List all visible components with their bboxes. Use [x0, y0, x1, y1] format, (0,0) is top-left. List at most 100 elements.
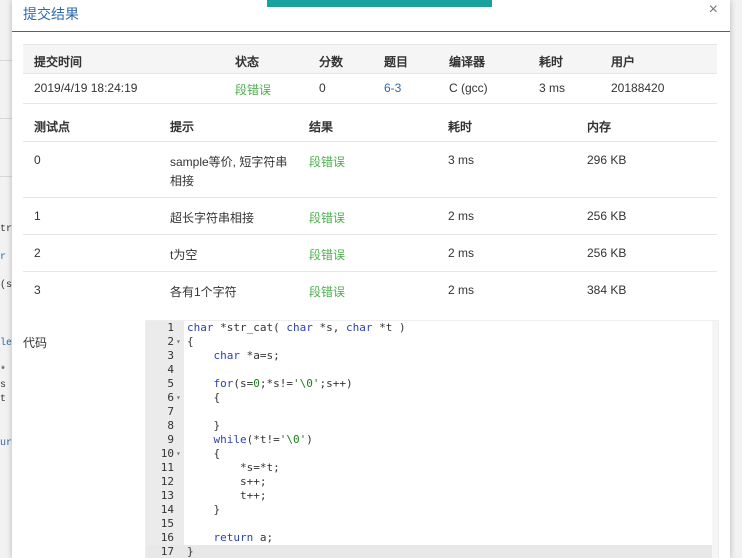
code-text: char *str_cat( char *s, char *t ) [187, 321, 406, 334]
code-line[interactable]: 3 char *a=s; [146, 349, 718, 363]
table-row: 1 超长字符串相接 段错误 2 ms 256 KB [23, 198, 717, 235]
case-memory: 256 KB [587, 209, 627, 223]
table-row: 2019/4/19 18:24:19 段错误 0 6-3 C (gcc) 3 m… [23, 73, 717, 104]
bg-divider [0, 60, 12, 61]
code-line[interactable]: 17} [146, 545, 718, 558]
problem-link[interactable]: 6-3 [384, 81, 401, 95]
case-time: 2 ms [448, 283, 475, 297]
case-memory: 296 KB [587, 153, 627, 167]
table-header-row: 测试点 提示 结果 耗时 内存 [23, 107, 717, 142]
case-id: 2 [34, 246, 41, 260]
col-header-time: 耗时 [448, 120, 473, 134]
col-header-time: 提交时间 [34, 55, 83, 69]
line-number: 16 [160, 531, 174, 544]
fold-arrow-icon[interactable]: ▾ [176, 391, 181, 405]
line-number: 12 [160, 475, 174, 488]
code-text: char *a=s; [213, 349, 280, 362]
case-hint: t为空 [170, 248, 198, 262]
bg-divider [0, 118, 12, 119]
code-line[interactable]: 4 [146, 363, 718, 377]
case-result: 段错误 [309, 248, 346, 262]
line-number: 17 [160, 545, 174, 558]
submit-time: 2019/4/19 18:24:19 [34, 81, 138, 95]
case-hint: 各有1个字符 [170, 285, 237, 299]
case-id: 1 [34, 209, 41, 223]
code-line[interactable]: 8 } [146, 419, 718, 433]
col-header-result: 结果 [309, 120, 334, 134]
bg-code-fragment: s [0, 380, 7, 391]
bg-code-fragment: le [0, 338, 13, 349]
line-number: 15 [160, 517, 174, 530]
line-number: 7 [167, 405, 174, 418]
line-number: 14 [160, 503, 174, 516]
case-memory: 384 KB [587, 283, 627, 297]
line-number: 2 [167, 335, 174, 348]
bg-code-fragment: (s [0, 280, 13, 291]
line-number: 6 [167, 391, 174, 404]
submission-result-dialog: 提交结果 × 提交时间 状态 分数 题目 编译器 耗时 用户 2019/4/19… [12, 0, 730, 558]
table-header-row: 提交时间 状态 分数 题目 编译器 耗时 用户 [23, 44, 717, 74]
bg-code-fragment: r [0, 252, 7, 263]
fold-arrow-icon[interactable]: ▾ [176, 335, 181, 349]
code-line[interactable]: 6 ▾ { [146, 391, 718, 405]
bg-code-fragment: t [0, 394, 7, 405]
code-text: } [187, 503, 221, 516]
col-header-status: 状态 [235, 55, 260, 69]
code-line[interactable]: 2 ▾ { [146, 335, 718, 349]
code-line[interactable]: 10 ▾ { [146, 447, 718, 461]
code-text: while(*t!='\0') [213, 433, 313, 446]
case-id: 0 [34, 153, 41, 167]
bg-code-fragment: * [0, 366, 7, 377]
line-number: 1 [167, 321, 174, 334]
code-line[interactable]: 13 t++; [146, 489, 718, 503]
code-text: } [187, 545, 194, 558]
code-line[interactable]: 1 char *str_cat( char *s, char *t ) [146, 321, 718, 335]
editor-scrollbar[interactable] [712, 321, 718, 558]
code-line[interactable]: 7 [146, 405, 718, 419]
code-text: return a; [213, 531, 274, 544]
line-number: 4 [167, 363, 174, 376]
code-editor[interactable]: 1 char *str_cat( char *s, char *t ) 2 ▾{3 c… [145, 320, 719, 558]
line-number: 8 [167, 419, 174, 432]
case-hint: 超长字符串相接 [170, 211, 255, 225]
case-time: 3 ms [448, 153, 475, 167]
code-text: { [187, 335, 194, 348]
col-header-case: 测试点 [34, 120, 71, 134]
code-text: } [187, 419, 221, 432]
line-number: 9 [167, 433, 174, 446]
case-time: 2 ms [448, 246, 475, 260]
code-line[interactable]: 12 s++; [146, 475, 718, 489]
dialog-title: 提交结果 [23, 6, 79, 22]
code-text: s++; [187, 475, 267, 488]
table-row: 2 t为空 段错误 2 ms 256 KB [23, 235, 717, 272]
close-icon[interactable]: × [709, 1, 718, 19]
bg-code-fragment: tr [0, 224, 13, 235]
code-text: { [187, 391, 221, 404]
code-text: for(s=0;*s!='\0';s++) [213, 377, 353, 390]
code-line[interactable]: 14 } [146, 503, 718, 517]
col-header-memory: 内存 [587, 120, 612, 134]
case-time: 2 ms [448, 209, 475, 223]
code-text: *s=*t; [187, 461, 280, 474]
notification-bar [267, 0, 492, 7]
table-row: 0 sample等价, 短字符串 相接 段错误 3 ms 296 KB [23, 142, 717, 198]
code-line[interactable]: 16 return a; [146, 531, 718, 545]
fold-arrow-icon[interactable]: ▾ [176, 447, 181, 461]
bg-divider [0, 176, 12, 177]
case-memory: 256 KB [587, 246, 627, 260]
code-line[interactable]: 5 for(s=0;*s!='\0';s++) [146, 377, 718, 391]
code-line[interactable]: 11 *s=*t; [146, 461, 718, 475]
case-hint: sample等价, 短字符串 [170, 155, 288, 169]
code-text: { [187, 447, 221, 460]
code-line[interactable]: 15 [146, 517, 718, 531]
code-line[interactable]: 9 while(*t!='\0') [146, 433, 718, 447]
col-header-compiler: 编译器 [449, 55, 486, 69]
case-hint-continued: 相接 [170, 174, 195, 188]
col-header-score: 分数 [319, 55, 344, 69]
line-number: 5 [167, 377, 174, 390]
line-number: 11 [160, 461, 174, 474]
user-value: 20188420 [611, 81, 665, 95]
line-number: 13 [160, 489, 174, 502]
line-number: 10 [160, 447, 174, 460]
case-id: 3 [34, 283, 41, 297]
